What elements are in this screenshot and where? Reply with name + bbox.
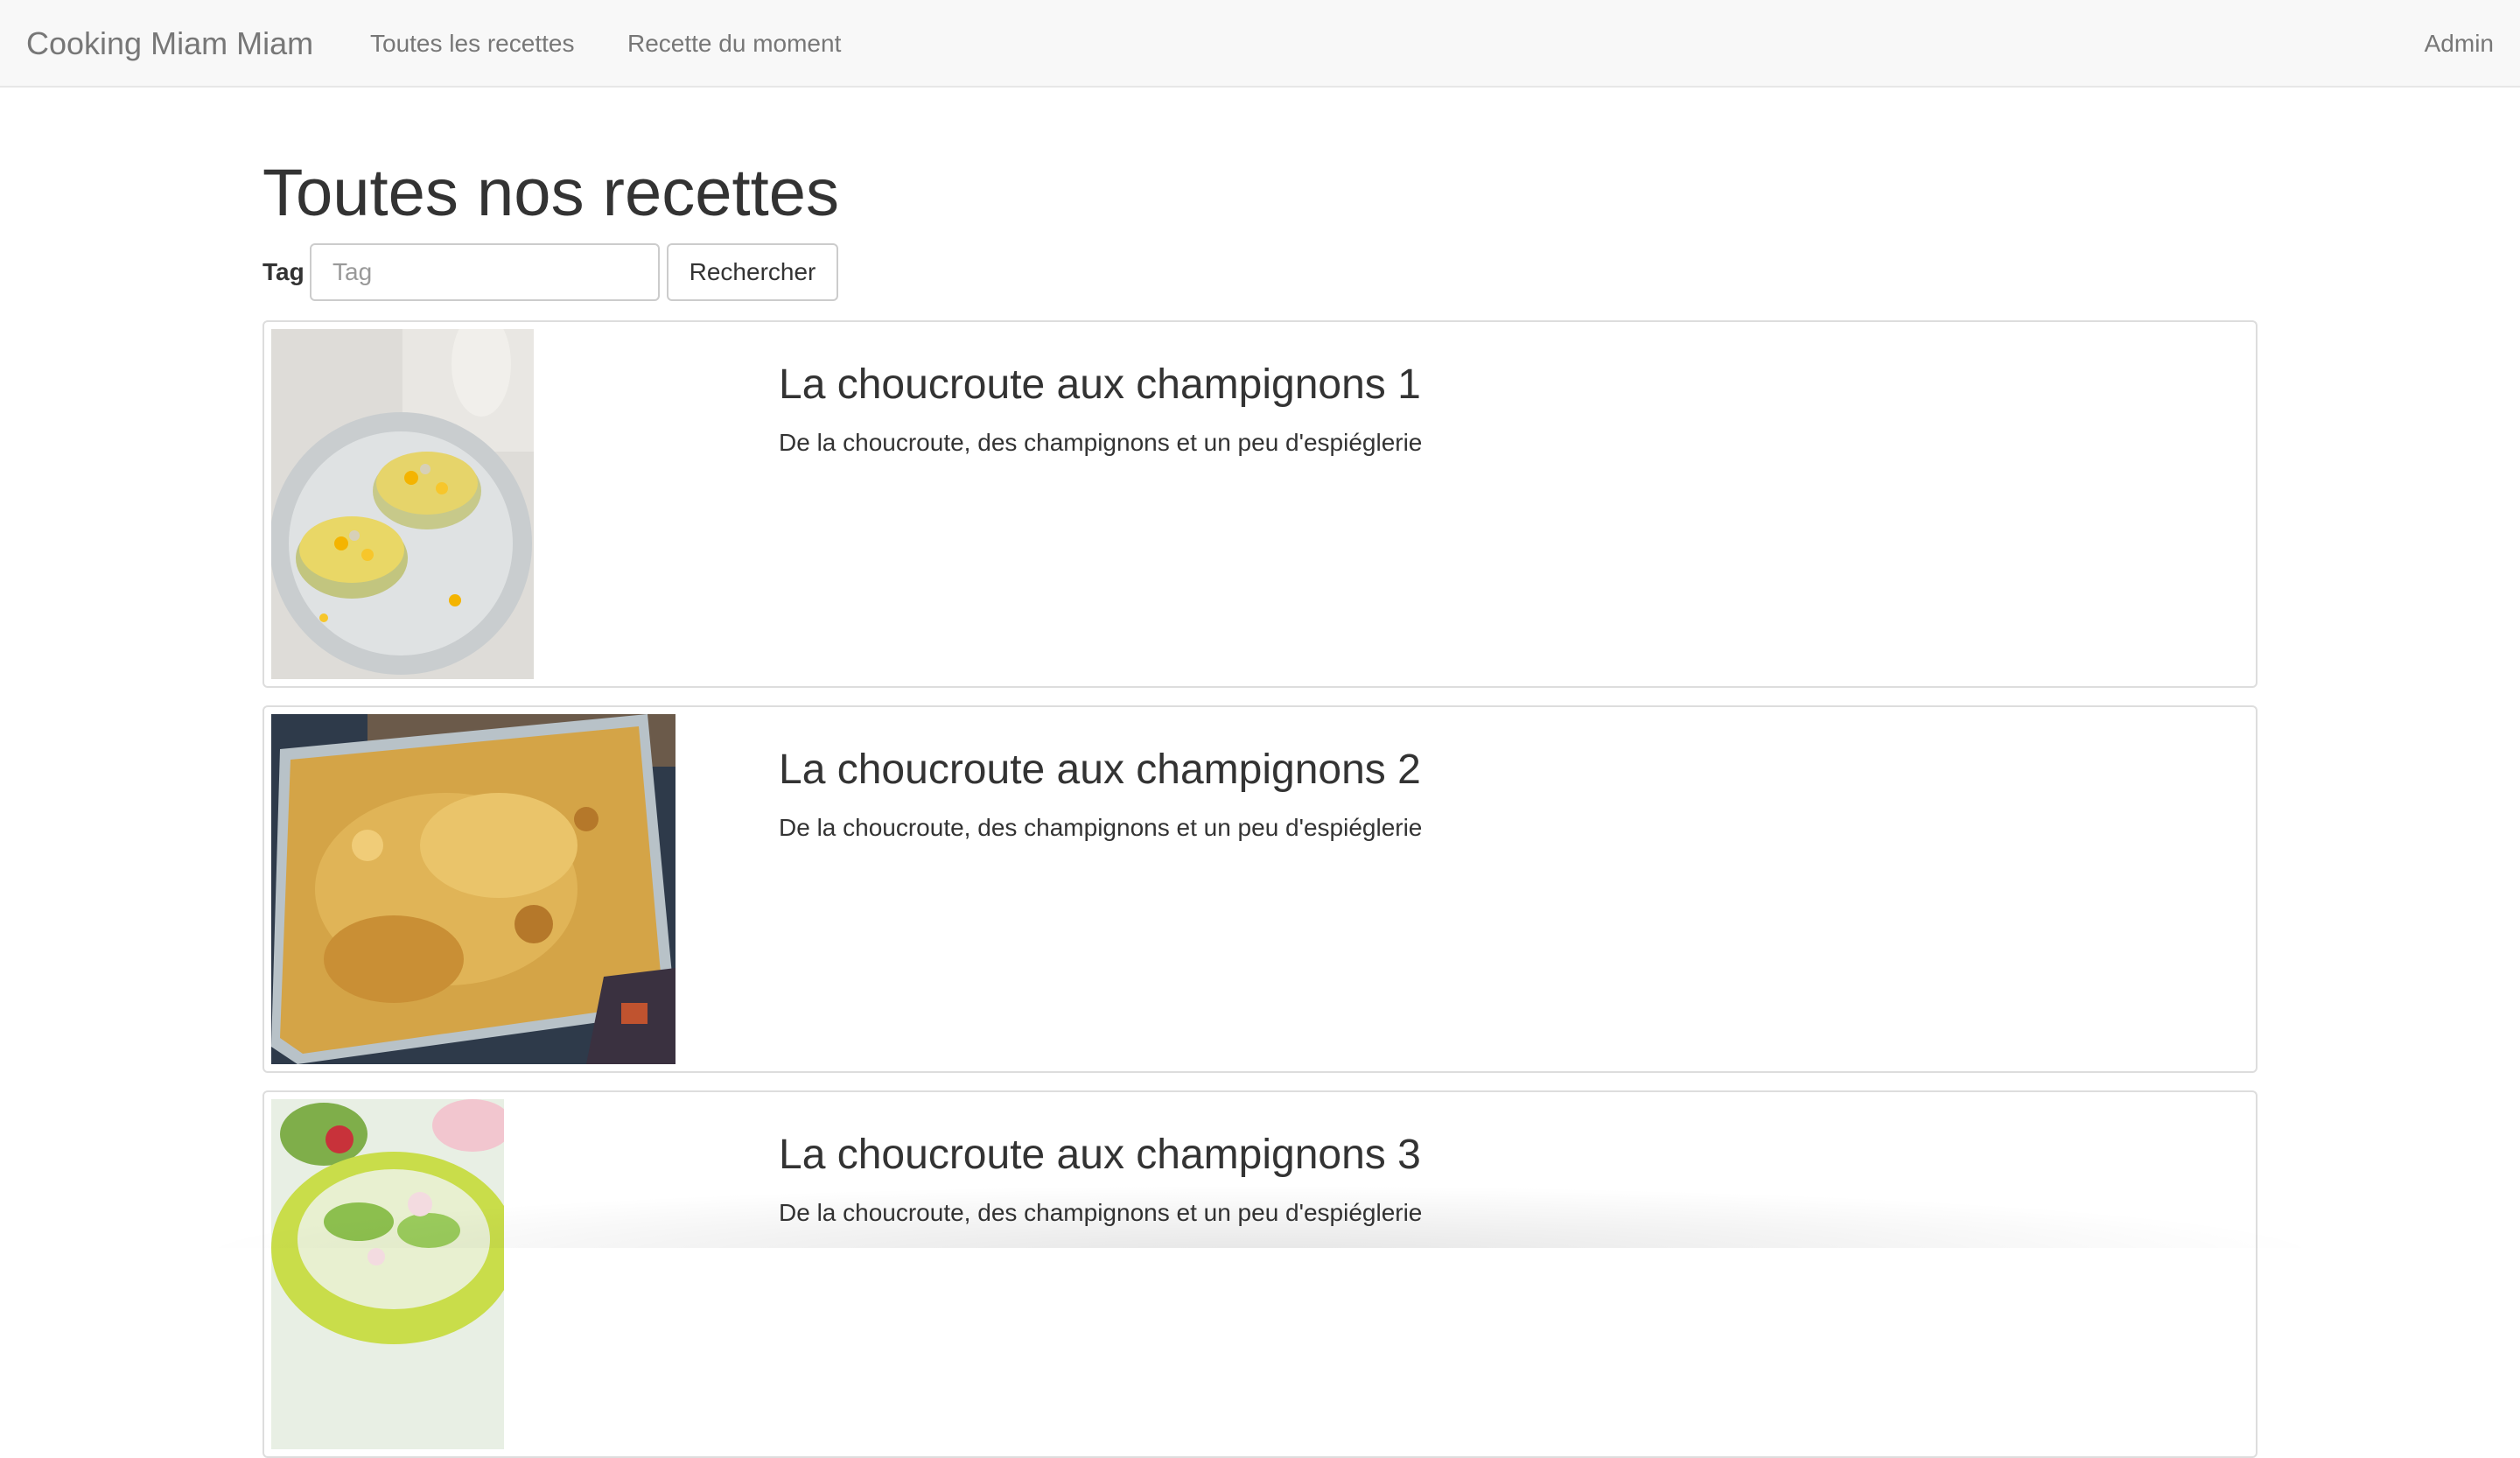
recipe-image[interactable] [271, 714, 676, 1064]
recipe-card[interactable]: La choucroute aux champignons 1 De la ch… [262, 320, 2258, 688]
recipe-description: De la choucroute, des champignons et un … [779, 1199, 1423, 1226]
nav-link-all-recipes[interactable]: Toutes les recettes [370, 0, 574, 88]
search-button[interactable]: Rechercher [667, 243, 838, 301]
gratin-baking-dish-photo [271, 714, 676, 1064]
tag-search-form: Tag Rechercher [262, 243, 962, 301]
brand-link[interactable]: Cooking Miam Miam [26, 0, 313, 88]
salad-bowl-photo [271, 1099, 504, 1449]
recipe-image[interactable] [271, 329, 534, 679]
page-title: Toutes nos recettes [262, 156, 840, 230]
tag-input[interactable] [310, 243, 660, 301]
recipe-title[interactable]: La choucroute aux champignons 3 [779, 1131, 1421, 1179]
recipe-description: De la choucroute, des champignons et un … [779, 429, 1423, 456]
top-navbar: Cooking Miam Miam Toutes les recettes Re… [0, 0, 2520, 88]
nav-link-recipe-of-the-moment[interactable]: Recette du moment [627, 0, 841, 88]
stuffed-dish-plate-photo [271, 329, 534, 679]
recipe-title[interactable]: La choucroute aux champignons 2 [779, 746, 1421, 794]
recipe-card[interactable]: La choucroute aux champignons 2 De la ch… [262, 705, 2258, 1073]
recipe-title[interactable]: La choucroute aux champignons 1 [779, 361, 1421, 409]
recipe-description: De la choucroute, des champignons et un … [779, 814, 1423, 841]
tag-label: Tag [262, 258, 304, 285]
recipe-image[interactable] [271, 1099, 504, 1449]
nav-link-admin[interactable]: Admin [2425, 0, 2494, 88]
recipe-card[interactable]: La choucroute aux champignons 3 De la ch… [262, 1090, 2258, 1458]
